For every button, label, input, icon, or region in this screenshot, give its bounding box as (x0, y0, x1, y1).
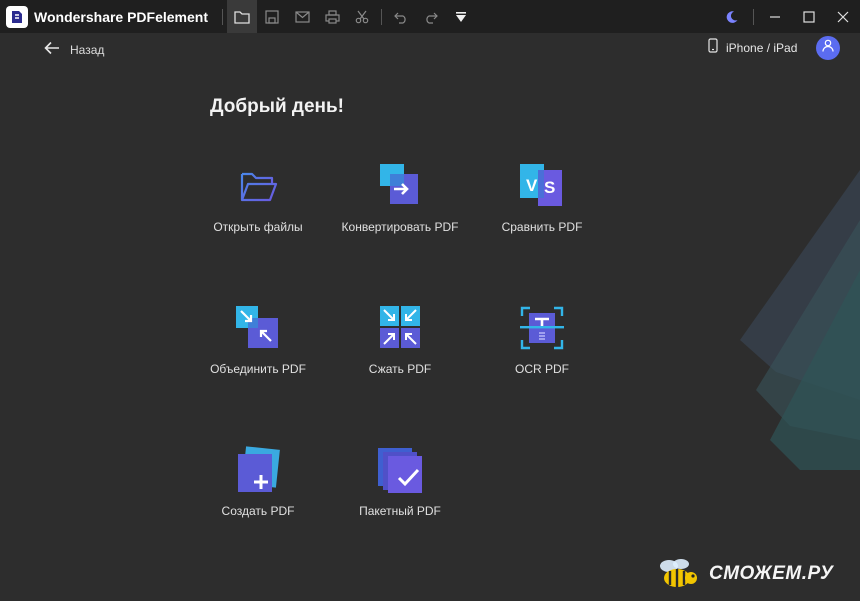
tile-label: Объединить PDF (210, 362, 306, 376)
toolbar-separator (381, 8, 383, 25)
avatar[interactable] (816, 36, 840, 60)
ocr-pdf-icon (520, 306, 564, 350)
compress-pdf-icon (380, 306, 420, 348)
svg-text:S: S (544, 178, 555, 197)
tile-label: OCR PDF (515, 362, 569, 376)
tile-compress-pdf[interactable]: Сжать PDF (329, 304, 471, 414)
tile-compare-pdf[interactable]: V S Сравнить PDF (471, 162, 613, 272)
convert-pdf-icon (380, 164, 418, 204)
phone-icon (708, 38, 718, 58)
print-icon[interactable] (317, 0, 347, 33)
back-label: Назад (70, 43, 105, 57)
save-icon[interactable] (257, 0, 287, 33)
watermark-text: СМОЖЕМ.РУ (709, 563, 834, 584)
app-title: Wondershare PDFelement (34, 8, 209, 25)
batch-pdf-icon (378, 448, 422, 493)
tile-convert-pdf[interactable]: Конвертировать PDF (329, 162, 471, 272)
tile-label: Сжать PDF (368, 362, 432, 376)
tile-ocr-pdf[interactable]: OCR PDF (471, 304, 613, 414)
merge-pdf-icon (236, 306, 278, 348)
undo-icon[interactable] (386, 0, 416, 33)
cut-icon[interactable] (347, 0, 377, 33)
user-icon (822, 39, 834, 57)
arrow-left-icon (44, 41, 60, 60)
tile-label: Конвертировать PDF (341, 220, 459, 234)
moon-icon[interactable] (715, 0, 749, 33)
dropdown-icon[interactable] (446, 0, 476, 33)
minimize-icon[interactable] (758, 0, 792, 33)
watermark: СМОЖЕМ.РУ (655, 556, 833, 592)
window-separator (753, 8, 754, 25)
open-folder-icon (240, 172, 278, 202)
toolbar-separator (222, 8, 224, 25)
bee-logo-icon (660, 559, 697, 587)
close-icon[interactable] (826, 0, 860, 33)
svg-text:V: V (526, 176, 538, 195)
greeting-title: Добрый день! (210, 96, 345, 117)
tile-create-pdf[interactable]: Создать PDF (187, 446, 329, 556)
tile-label: Открыть файлы (213, 220, 303, 234)
mail-icon[interactable] (287, 0, 317, 33)
app-logo-icon (6, 5, 28, 28)
tile-label: Сравнить PDF (501, 220, 583, 234)
redo-icon[interactable] (416, 0, 446, 33)
tile-open-files[interactable]: Открыть файлы (187, 162, 329, 272)
tile-label: Создать PDF (221, 504, 295, 518)
device-link[interactable]: iPhone / iPad (708, 38, 798, 58)
create-pdf-icon (238, 446, 280, 492)
tile-batch-pdf[interactable]: Пакетный PDF (329, 446, 471, 556)
folder-icon[interactable] (227, 0, 258, 33)
background-decoration (740, 170, 860, 470)
maximize-icon[interactable] (792, 0, 826, 33)
back-button[interactable]: Назад (44, 41, 104, 59)
compare-pdf-icon: V S (520, 164, 562, 206)
title-bar: Wondershare PDFelement (0, 0, 860, 33)
device-label: iPhone / iPad (726, 41, 798, 55)
tile-merge-pdf[interactable]: Объединить PDF (187, 304, 329, 414)
tile-label: Пакетный PDF (359, 504, 441, 518)
